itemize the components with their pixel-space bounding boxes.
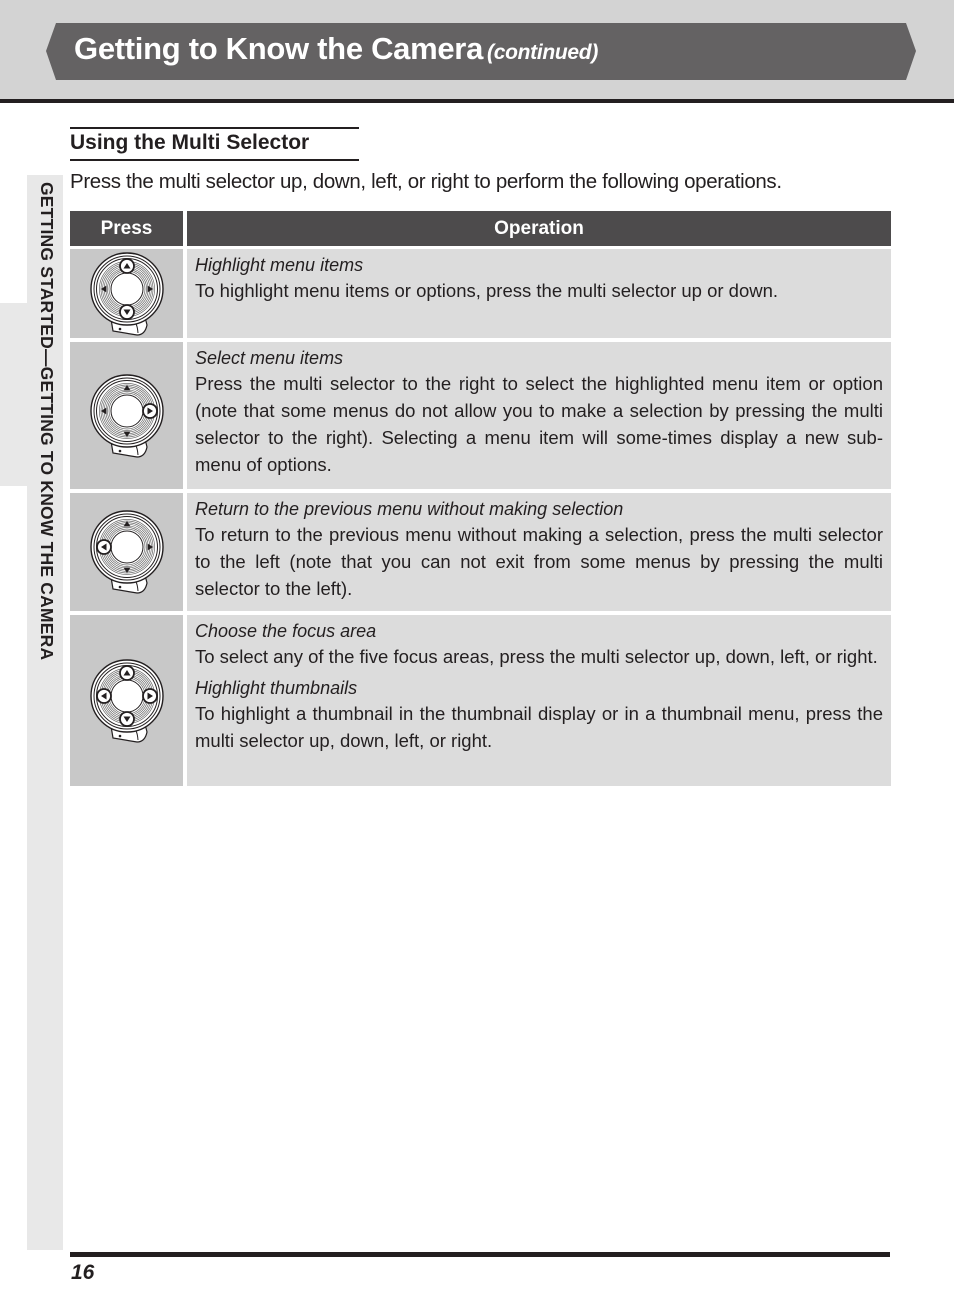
press-cell — [70, 342, 183, 489]
multi-selector-up-down-icon — [89, 251, 165, 337]
operation-label: Select menu items — [195, 348, 344, 368]
table-row: Highlight menu items To highlight menu i… — [70, 249, 891, 338]
operation-description: To return to the previous menu without m… — [195, 524, 883, 599]
operation-description: To select any of the five focus areas, p… — [195, 646, 878, 667]
page-title: Getting to Know the Camera (continued) — [74, 31, 598, 67]
table-row: Select menu items Press the multi select… — [70, 342, 891, 489]
column-header-press: Press — [70, 211, 183, 246]
table-row: Return to the previous menu without maki… — [70, 493, 891, 611]
operation-cell: Choose the focus area To select any of t… — [187, 615, 891, 786]
multi-selector-drawing — [89, 510, 164, 594]
multi-selector-left-icon — [89, 509, 165, 595]
operation-description: To highlight menu items or options, pres… — [195, 280, 779, 301]
chapter-tab-label: GETTING STARTED—GETTING TO KNOW THE CAME… — [37, 182, 57, 661]
multi-selector-right-icon — [89, 373, 165, 459]
column-header-operation: Operation — [187, 211, 891, 246]
multi-selector-table: Press Operation Highlight menu items To … — [70, 211, 891, 790]
header-rule — [0, 99, 954, 103]
operation-label: Return to the previous menu without maki… — [195, 499, 624, 519]
multi-selector-drawing — [89, 373, 164, 458]
press-cell — [70, 249, 183, 338]
multi-selector-drawing — [89, 251, 164, 336]
title-banner: Getting to Know the Camera (continued) — [46, 23, 916, 80]
operation-label: Highlight menu items — [195, 255, 364, 275]
operation-label: Choose the focus area — [195, 621, 377, 641]
operation-cell: Select menu items Press the multi select… — [187, 342, 891, 489]
operation-label: Highlight thumbnails — [195, 678, 358, 698]
section-intro: Press the multi selector up, down, left,… — [70, 170, 782, 193]
multi-selector-drawing — [89, 658, 164, 743]
page-subtitle: (continued) — [487, 41, 599, 64]
table-row: Choose the focus area To select any of t… — [70, 615, 891, 786]
page-title-text: Getting to Know the Camera — [74, 31, 484, 66]
table-header: Press Operation — [70, 211, 891, 246]
operation-description: Press the multi selector to the right to… — [195, 373, 883, 475]
operation-cell: Return to the previous menu without maki… — [187, 493, 891, 611]
multi-selector-all-directions-icon — [89, 658, 165, 744]
press-cell — [70, 493, 183, 611]
press-cell — [70, 615, 183, 786]
operation-cell: Highlight menu items To highlight menu i… — [187, 249, 891, 338]
side-tab-notch — [0, 303, 27, 486]
operation-description: To highlight a thumbnail in the thumbnai… — [195, 703, 883, 751]
page-number: 16 — [71, 1261, 95, 1284]
footer-rule — [70, 1252, 890, 1257]
section-heading: Using the Multi Selector — [70, 127, 359, 161]
